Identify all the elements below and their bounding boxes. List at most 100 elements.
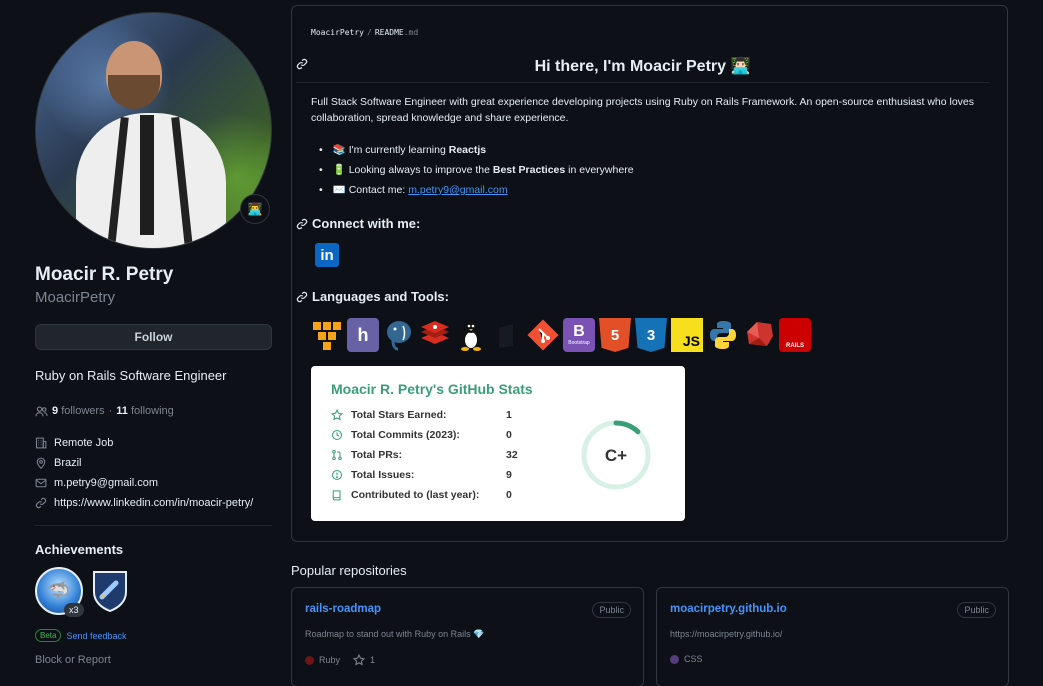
github-stats-card: Moacir R. Petry's GitHub Stats Total Sta… bbox=[311, 366, 685, 521]
anchor-link-icon[interactable] bbox=[296, 218, 308, 230]
repo-card: rails-roadmap Public Roadmap to stand ou… bbox=[291, 587, 644, 686]
anchor-link-icon[interactable] bbox=[296, 291, 308, 303]
html5-icon[interactable]: 5 bbox=[599, 318, 631, 352]
website-link[interactable]: https://www.linkedin.com/in/moacir-petry… bbox=[54, 497, 253, 509]
star-icon[interactable] bbox=[353, 654, 366, 666]
history-icon bbox=[331, 429, 343, 441]
location-text: Brazil bbox=[54, 457, 82, 469]
bootstrap-icon[interactable]: B Bootstrap bbox=[563, 318, 595, 352]
stat-row: Total Stars Earned: 1 bbox=[331, 409, 512, 421]
contact-email-link[interactable]: m.petry9@gmail.com bbox=[408, 184, 507, 196]
redis-icon[interactable] bbox=[419, 318, 451, 352]
ruby-icon[interactable] bbox=[743, 318, 775, 352]
follow-button[interactable]: Follow bbox=[35, 324, 272, 350]
website-item: https://www.linkedin.com/in/moacir-petry… bbox=[35, 497, 272, 509]
avatar[interactable] bbox=[35, 12, 272, 249]
profile-login: MoacirPetry bbox=[35, 289, 116, 306]
email-link[interactable]: m.petry9@gmail.com bbox=[54, 477, 158, 489]
anchor-link-icon[interactable] bbox=[296, 58, 308, 70]
repo-name-link[interactable]: rails-roadmap bbox=[305, 603, 381, 615]
achievement-count: x3 bbox=[64, 603, 84, 617]
beta-label: Beta bbox=[35, 629, 62, 642]
breadcrumb-owner[interactable]: MoacirPetry bbox=[311, 28, 364, 37]
profile-sidebar: 👨‍💻 Moacir R. Petry MoacirPetry Follow R… bbox=[35, 12, 272, 666]
company-item: Remote Job bbox=[35, 437, 272, 449]
building-icon bbox=[35, 437, 47, 449]
aws-icon[interactable] bbox=[311, 318, 343, 352]
status-emoji[interactable]: 👨‍💻 bbox=[240, 194, 270, 224]
visibility-badge: Public bbox=[592, 602, 631, 618]
achievements-title: Achievements bbox=[35, 542, 124, 557]
popular-repos-title: Popular repositories bbox=[291, 563, 407, 578]
avatar-container: 👨‍💻 bbox=[35, 12, 272, 249]
people-icon bbox=[35, 405, 48, 416]
followers-link[interactable]: 9 followers bbox=[52, 405, 105, 417]
rank-ring: C+ bbox=[581, 420, 651, 490]
repo-description: https://moacirpetry.github.io/ bbox=[670, 629, 783, 639]
profile-details: Remote Job Brazil m.petry9@gmail.com htt… bbox=[35, 437, 272, 509]
location-item: Brazil bbox=[35, 457, 272, 469]
achievements-list: 🦈 x3 bbox=[35, 567, 272, 619]
pull-request-icon bbox=[332, 449, 342, 461]
email-item: m.petry9@gmail.com bbox=[35, 477, 272, 489]
css3-icon[interactable]: 3 bbox=[635, 318, 667, 352]
repo-card: moacirpetry.github.io Public https://moa… bbox=[656, 587, 1009, 686]
linkedin-icon[interactable]: in bbox=[315, 243, 339, 267]
achievement-pull-shark[interactable]: 🦈 x3 bbox=[35, 567, 84, 617]
shark-icon: 🦈 bbox=[47, 580, 71, 601]
list-item: ✉️ Contact me: m.petry9@gmail.com bbox=[319, 180, 634, 200]
issue-icon bbox=[331, 469, 343, 481]
readme-heading: Hi there, I'm Moacir Petry 👨🏻‍💻 bbox=[534, 58, 751, 75]
stat-row: Total Commits (2023): 0 bbox=[331, 429, 512, 441]
stat-row: Total Issues: 9 bbox=[331, 469, 512, 481]
following-link[interactable]: 11 following bbox=[116, 405, 174, 417]
repo-description: Roadmap to stand out with Ruby on Rails … bbox=[305, 629, 485, 639]
stats-title: Moacir R. Petry's GitHub Stats bbox=[331, 381, 533, 397]
languages-heading: Languages and Tools: bbox=[296, 289, 449, 304]
list-item: 📚 I'm currently learning Reactjs bbox=[319, 140, 634, 160]
link-icon bbox=[35, 497, 47, 509]
block-report-link[interactable]: Block or Report bbox=[35, 654, 272, 666]
send-feedback-link[interactable]: Send feedback bbox=[66, 631, 126, 641]
readme-bullets: 📚 I'm currently learning Reactjs 🔋 Looki… bbox=[319, 140, 634, 200]
javascript-icon[interactable]: JS bbox=[671, 318, 703, 352]
readme-intro: Full Stack Software Engineer with great … bbox=[311, 96, 975, 124]
heroku-icon[interactable]: h bbox=[347, 318, 379, 352]
connect-heading: Connect with me: bbox=[296, 216, 420, 231]
readme-breadcrumb: MoacirPetry / README.md bbox=[311, 28, 419, 37]
linux-icon[interactable] bbox=[455, 318, 487, 352]
achievement-yolo[interactable] bbox=[91, 569, 129, 613]
python-icon[interactable] bbox=[707, 318, 739, 352]
repo-icon bbox=[332, 490, 341, 501]
stat-row: Total PRs: 32 bbox=[331, 449, 518, 461]
list-item: 🔋 Looking always to improve the Best Pra… bbox=[319, 160, 634, 180]
git-icon[interactable] bbox=[527, 318, 559, 352]
profile-bio: Ruby on Rails Software Engineer bbox=[35, 368, 227, 383]
rank-grade: C+ bbox=[605, 446, 627, 465]
readme-heading-row: Hi there, I'm Moacir Petry 👨🏻‍💻 bbox=[296, 55, 989, 83]
beta-feedback: Beta Send feedback bbox=[35, 629, 272, 642]
followers-following: 9 followers · 11 following bbox=[35, 405, 272, 417]
stat-row: Contributed to (last year): 0 bbox=[331, 489, 512, 501]
star-icon bbox=[331, 409, 343, 421]
company-text: Remote Job bbox=[54, 437, 114, 449]
language-color-dot bbox=[305, 655, 314, 665]
repo-stars[interactable]: 1 bbox=[370, 655, 375, 665]
repo-meta: Ruby 1 bbox=[305, 654, 375, 666]
repo-language: CSS bbox=[684, 654, 703, 664]
language-color-dot bbox=[670, 654, 679, 664]
repo-meta: CSS bbox=[670, 654, 703, 664]
postgresql-icon[interactable] bbox=[383, 318, 415, 352]
rails-icon[interactable]: RAILS bbox=[779, 318, 811, 352]
readme-card: MoacirPetry / README.md Hi there, I'm Moac… bbox=[291, 5, 1008, 542]
location-icon bbox=[36, 457, 46, 469]
blank-tool-icon[interactable] bbox=[491, 318, 523, 352]
repo-name-link[interactable]: moacirpetry.github.io bbox=[670, 603, 787, 615]
visibility-badge: Public bbox=[957, 602, 996, 618]
profile-name: Moacir R. Petry bbox=[35, 264, 174, 285]
sidebar-divider bbox=[35, 525, 272, 526]
mail-icon bbox=[35, 478, 47, 488]
repo-language: Ruby bbox=[319, 655, 341, 665]
breadcrumb-file: README.md bbox=[374, 28, 419, 37]
tools-list: h B Bootstrap 5 3 JS RAILS bbox=[311, 318, 811, 354]
